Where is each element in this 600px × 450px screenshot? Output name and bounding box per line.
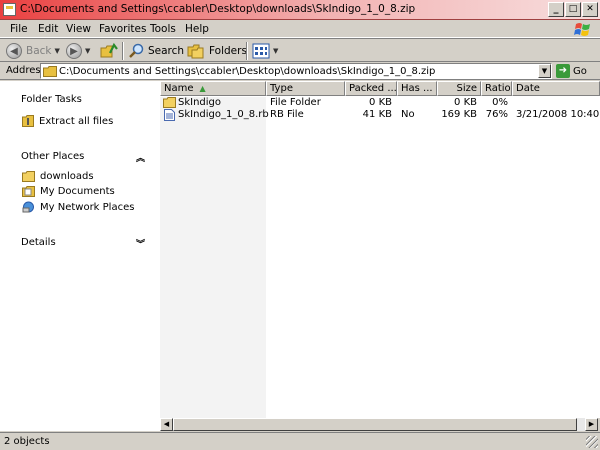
- menu-bar: File Edit View Favorites Tools Help: [0, 20, 600, 38]
- menu-help[interactable]: Help: [185, 23, 209, 35]
- row-date: 3/21/2008 10:40 P: [516, 109, 600, 120]
- views-dropdown-icon[interactable]: ▼: [273, 47, 278, 55]
- resize-grip-icon[interactable]: [586, 436, 598, 448]
- row-size: 0 KB: [454, 97, 477, 108]
- scroll-left-icon[interactable]: ◀: [160, 418, 173, 431]
- status-text: 2 objects: [4, 436, 50, 447]
- toolbar: ◀ Back ▼ ▶ ▼ Search Folders ▼: [0, 38, 600, 62]
- back-button[interactable]: ◀ Back ▼: [6, 42, 60, 60]
- up-folder-button[interactable]: [100, 42, 118, 60]
- forward-arrow-icon: ▶: [66, 43, 82, 59]
- address-input[interactable]: C:\Documents and Settings\ccabler\Deskto…: [40, 63, 552, 79]
- task-pane: Folder Tasks Extract all files Other Pla…: [0, 81, 160, 431]
- downloads-link[interactable]: downloads: [22, 171, 94, 182]
- menu-tools[interactable]: Tools: [150, 23, 176, 35]
- row-size: 169 KB: [441, 109, 477, 120]
- menu-file[interactable]: File: [10, 23, 28, 35]
- title-bar[interactable]: C:\Documents and Settings\ccabler\Deskto…: [0, 0, 600, 20]
- back-dropdown-icon[interactable]: ▼: [55, 47, 60, 55]
- toolbar-separator: [122, 42, 124, 60]
- forward-button[interactable]: ▶ ▼: [66, 42, 90, 60]
- status-bar: 2 objects: [0, 432, 600, 450]
- row-ratio: 76%: [485, 109, 508, 120]
- address-dropdown-icon[interactable]: ▼: [538, 64, 551, 78]
- views-icon: [252, 43, 270, 59]
- close-button[interactable]: ✕: [582, 2, 598, 17]
- menu-view[interactable]: View: [66, 23, 91, 35]
- folders-label: Folders: [209, 45, 247, 57]
- row-name: SkIndigo_1_0_8.rb: [178, 109, 269, 120]
- windows-logo-icon: [574, 23, 590, 36]
- my-documents-label: My Documents: [40, 186, 115, 197]
- menu-favorites[interactable]: Favorites: [99, 23, 146, 35]
- column-header-name[interactable]: Name ▲: [160, 81, 266, 96]
- downloads-label: downloads: [40, 171, 94, 182]
- row-packed: 41 KB: [362, 109, 392, 120]
- row-has: No: [401, 109, 415, 120]
- column-header-ratio[interactable]: Ratio: [481, 81, 512, 96]
- row-type: RB File: [270, 109, 304, 120]
- scroll-thumb[interactable]: [173, 418, 577, 431]
- my-documents-link[interactable]: My Documents: [22, 186, 115, 197]
- expand-chevron-icon[interactable]: ︾: [136, 237, 145, 250]
- forward-dropdown-icon[interactable]: ▼: [85, 47, 90, 55]
- views-button[interactable]: ▼: [252, 42, 278, 60]
- sort-ascending-icon: ▲: [199, 84, 206, 93]
- window-title: C:\Documents and Settings\ccabler\Deskto…: [20, 3, 416, 15]
- folders-button[interactable]: Folders: [187, 42, 247, 60]
- file-list[interactable]: Name ▲ Type Packed ... Has ... Size Ratio…: [160, 81, 600, 418]
- row-ratio: 0%: [492, 97, 508, 108]
- extract-all-files-link[interactable]: Extract all files: [22, 115, 113, 127]
- extract-all-files-label: Extract all files: [39, 115, 114, 127]
- collapse-chevron-icon[interactable]: ︽: [136, 151, 145, 164]
- maximize-button[interactable]: □: [565, 2, 581, 17]
- toolbar-separator: [246, 42, 248, 60]
- go-label: Go: [573, 65, 587, 77]
- scroll-right-icon[interactable]: ▶: [585, 418, 598, 431]
- folder-icon: [22, 171, 35, 182]
- my-documents-icon: [22, 186, 35, 197]
- zip-folder-icon: [43, 66, 57, 77]
- horizontal-scrollbar[interactable]: ◀ ▶: [160, 418, 598, 431]
- column-header-size[interactable]: Size: [437, 81, 481, 96]
- back-arrow-icon: ◀: [6, 43, 22, 59]
- back-label: Back: [26, 45, 52, 57]
- sorted-column-shade: [160, 97, 266, 418]
- column-header-packed[interactable]: Packed ...: [345, 81, 397, 96]
- my-network-places-label: My Network Places: [40, 201, 135, 213]
- row-name: SkIndigo: [178, 97, 222, 108]
- folders-icon: [187, 44, 204, 59]
- extract-icon: [22, 115, 34, 127]
- column-name-label: Name: [164, 83, 194, 94]
- go-arrow-icon: ➜: [556, 64, 570, 78]
- go-button[interactable]: ➜ Go: [556, 63, 587, 79]
- search-icon: [129, 43, 144, 58]
- details-header[interactable]: Details: [21, 237, 56, 248]
- other-places-header[interactable]: Other Places: [21, 151, 84, 162]
- folder-tasks-header[interactable]: Folder Tasks: [21, 94, 82, 105]
- column-header-date[interactable]: Date: [512, 81, 600, 96]
- zip-folder-icon: [3, 3, 16, 16]
- minimize-button[interactable]: _: [548, 2, 564, 17]
- up-folder-icon: [100, 42, 118, 58]
- folder-icon: [163, 97, 176, 108]
- column-header-type[interactable]: Type: [266, 81, 345, 96]
- address-path: C:\Documents and Settings\ccabler\Deskto…: [59, 66, 436, 77]
- menu-edit[interactable]: Edit: [38, 23, 58, 35]
- address-bar: Address C:\Documents and Settings\ccable…: [0, 62, 600, 80]
- network-places-icon: [22, 201, 34, 213]
- row-type: File Folder: [270, 97, 321, 108]
- search-button[interactable]: Search: [128, 42, 184, 60]
- column-header-has[interactable]: Has ...: [397, 81, 437, 96]
- my-network-places-link[interactable]: My Network Places: [22, 201, 134, 213]
- rb-file-icon: [164, 109, 175, 121]
- search-label: Search: [148, 45, 185, 57]
- row-packed: 0 KB: [369, 97, 392, 108]
